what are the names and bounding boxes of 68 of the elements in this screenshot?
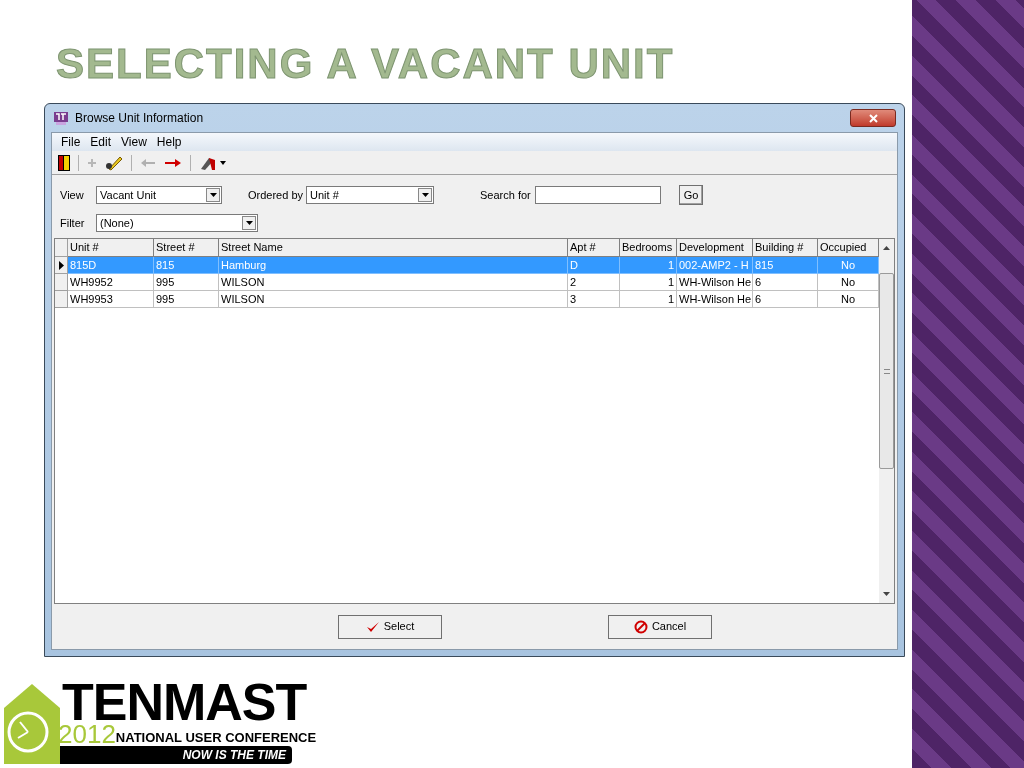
table-cell: 995 — [154, 274, 219, 291]
logo-year: 2012 — [58, 722, 116, 746]
filter-label: Filter — [60, 215, 86, 231]
right-arrow-icon[interactable] — [164, 157, 182, 168]
table-cell: 3 — [568, 291, 620, 308]
cancel-button[interactable]: Cancel — [608, 614, 712, 639]
table-cell: 815 — [753, 257, 818, 274]
logo-subtitle: NATIONAL USER CONFERENCE — [115, 730, 317, 746]
ordered-by-dropdown[interactable]: Unit # — [306, 186, 435, 204]
table-cell: 6 — [753, 291, 818, 308]
table-cell: 2 — [568, 274, 620, 291]
table-cell: WH9953 — [68, 291, 154, 308]
scroll-up-icon[interactable] — [883, 246, 890, 250]
search-label: Search for — [480, 187, 531, 203]
menu-item[interactable]: Edit — [85, 133, 117, 151]
pencil-icon[interactable] — [105, 154, 123, 171]
corner-header — [55, 239, 68, 257]
table-cell: Hamburg — [219, 257, 568, 274]
scrollbar-thumb[interactable] — [879, 273, 894, 469]
row-selector[interactable] — [55, 257, 68, 274]
table-cell: 995 — [154, 291, 219, 308]
table-cell: 1 — [620, 291, 677, 308]
column-header[interactable]: Street # — [154, 239, 219, 257]
table-cell: WH9952 — [68, 274, 154, 291]
column-header[interactable]: Building # — [753, 239, 818, 257]
ordered-by-label: Ordered by — [248, 187, 304, 203]
table-cell: 1 — [620, 274, 677, 291]
close-icon — [868, 113, 878, 123]
door-icon[interactable] — [58, 154, 70, 171]
app-icon — [53, 110, 69, 126]
menu-item[interactable]: File — [56, 133, 86, 151]
scroll-down-icon[interactable] — [883, 592, 890, 596]
column-header[interactable]: Bedrooms — [620, 239, 677, 257]
table-cell: 815D — [68, 257, 154, 274]
table-cell: 002-AMP2 - H — [677, 257, 753, 274]
window-title: Browse Unit Information — [75, 110, 204, 127]
column-header[interactable]: Occupied — [818, 239, 879, 257]
column-header[interactable]: Unit # — [68, 239, 154, 257]
table-cell: 815 — [154, 257, 219, 274]
select-button[interactable]: Select — [338, 614, 442, 639]
table-cell: No — [818, 257, 879, 274]
table-cell: 6 — [753, 274, 818, 291]
slide-title: SELECTING A VACANT UNIT — [56, 39, 675, 89]
logo-wordmark: TENMAST — [62, 682, 308, 722]
go-button[interactable]: Go — [678, 185, 704, 205]
search-field[interactable] — [534, 186, 661, 204]
table-cell: D — [568, 257, 620, 274]
table-cell: WH-Wilson He — [677, 291, 753, 308]
table-cell: WH-Wilson He — [677, 274, 753, 291]
column-header[interactable]: Development — [677, 239, 753, 257]
table-cell: WILSON — [219, 274, 568, 291]
menu-item[interactable]: View — [116, 133, 152, 151]
current-row-icon — [58, 260, 64, 270]
vertical-scrollbar[interactable] — [879, 239, 894, 603]
menu-item[interactable]: Help — [151, 133, 187, 151]
table-cell: No — [818, 274, 879, 291]
view-dropdown[interactable]: Vacant Unit — [96, 186, 222, 204]
filter-dropdown[interactable]: (None) — [96, 214, 258, 232]
close-button[interactable] — [850, 109, 896, 127]
table-cell: 1 — [620, 257, 677, 274]
checkmark-icon — [365, 620, 380, 633]
prohibited-icon — [633, 619, 648, 634]
table-cell: WILSON — [219, 291, 568, 308]
logo-tagline: NOW IS THE TIME — [60, 746, 292, 764]
column-header[interactable]: Apt # — [568, 239, 620, 257]
column-header[interactable]: Street Name — [219, 239, 568, 257]
view-label: View — [60, 187, 85, 203]
table-cell: No — [818, 291, 879, 308]
